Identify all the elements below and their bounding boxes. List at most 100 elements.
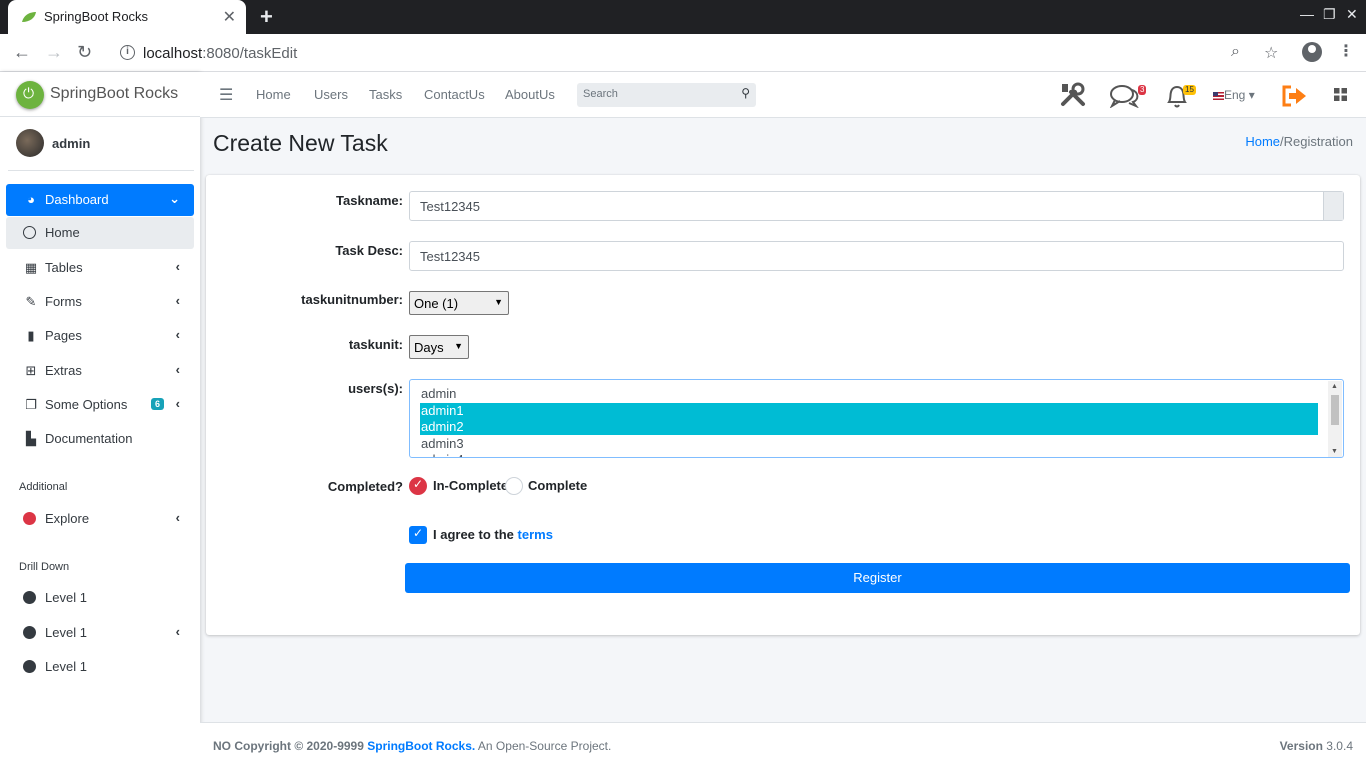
sidebar-item-level[interactable]: Level 1 (6, 651, 194, 683)
footer-brand-link[interactable]: SpringBoot Rocks. (367, 739, 475, 753)
messages-badge: 3 (1138, 85, 1147, 95)
url-field[interactable]: i localhost:8080/taskEdit (112, 38, 1292, 68)
scrollbar[interactable]: ▲ ▼ (1328, 381, 1342, 457)
hamburger-menu-icon[interactable]: ☰ (219, 85, 233, 105)
agree-text: I agree to the (433, 527, 518, 542)
user-panel[interactable]: admin (8, 117, 194, 171)
minimize-icon[interactable]: — (1300, 6, 1314, 22)
browser-tab[interactable]: SpringBoot Rocks ✕ (8, 0, 246, 34)
search-placeholder: Search (583, 88, 618, 100)
sidebar-item-label: Level 1 (45, 659, 87, 674)
taskunit-value: Days (414, 340, 444, 355)
plus-square-icon: ⊞ (25, 363, 37, 378)
sidebar-item-documentation[interactable]: ▙ Documentation (6, 423, 194, 455)
notifications-badge: 15 (1183, 85, 1196, 95)
browser-menu-icon[interactable]: ⋮ (1338, 41, 1354, 61)
taskunitnumber-value: One (1) (414, 296, 459, 311)
tools-icon[interactable] (1059, 82, 1087, 108)
sidebar: SpringBoot Rocks admin ◕ Dashboard ⌄ Hom… (0, 72, 200, 768)
file-icon: ▙ (26, 431, 36, 446)
site-info-icon[interactable]: i (120, 45, 135, 60)
grid-apps-icon[interactable] (1334, 88, 1347, 101)
spring-leaf-icon (22, 12, 36, 22)
agree-checkbox[interactable] (409, 526, 427, 544)
taskunit-select[interactable]: Days ▼ (409, 335, 469, 359)
nav-link-home[interactable]: Home (256, 87, 291, 102)
reload-icon[interactable]: ↻ (77, 42, 92, 63)
bookmark-star-icon[interactable]: ☆ (1264, 43, 1278, 63)
taskunitnumber-select[interactable]: One (1) ▼ (409, 291, 509, 315)
sidebar-item-home[interactable]: Home (6, 217, 194, 249)
new-tab-icon[interactable]: + (260, 4, 273, 30)
forward-icon[interactable]: → (45, 42, 63, 63)
sidebar-item-dashboard[interactable]: ◕ Dashboard ⌄ (6, 184, 194, 216)
nav-link-tasks[interactable]: Tasks (369, 87, 402, 102)
sidebar-item-some-options[interactable]: ❐ Some Options 6 ‹ (6, 389, 194, 421)
footer-version: Version 3.0.4 (1280, 739, 1353, 753)
incomplete-label[interactable]: In-Complete (433, 478, 508, 493)
scroll-down-icon[interactable]: ▼ (1331, 448, 1338, 455)
sidebar-item-level[interactable]: Level 1 ‹ (6, 617, 194, 649)
nav-link-aboutus[interactable]: AboutUs (505, 87, 555, 102)
comments-icon[interactable] (1109, 84, 1141, 108)
taskunit-label: taskunit: (348, 337, 403, 352)
taskdesc-value: Test12345 (420, 249, 480, 264)
user-option[interactable]: admin3 (420, 436, 1318, 452)
footer: NO Copyright © 2020-9999 SpringBoot Rock… (200, 722, 1366, 768)
scroll-thumb[interactable] (1331, 395, 1339, 425)
brand-link[interactable]: SpringBoot Rocks (0, 72, 200, 117)
chevron-left-icon: ‹ (175, 259, 180, 274)
circle-icon (23, 626, 36, 639)
sidebar-item-tables[interactable]: ▦ Tables ‹ (6, 252, 194, 284)
taskname-input[interactable]: Test12345 (409, 191, 1344, 221)
browser-tabbar: SpringBoot Rocks ✕ + — ❐ ✕ (0, 0, 1366, 34)
section-header-additional: Additional (19, 481, 68, 493)
zoom-icon[interactable]: ⌕ (1231, 43, 1240, 61)
nav-link-users[interactable]: Users (314, 87, 348, 102)
users-multiselect[interactable]: admin admin1 admin2 admin3 admin4 ▲ ▼ (409, 379, 1344, 458)
completed-label: Completed? (327, 479, 403, 494)
scroll-up-icon[interactable]: ▲ (1331, 383, 1338, 390)
chevron-left-icon: ‹ (175, 396, 180, 411)
sidebar-item-forms[interactable]: ✎ Forms ‹ (6, 286, 194, 318)
nav-link-contactus[interactable]: ContactUs (424, 87, 485, 102)
sidebar-item-extras[interactable]: ⊞ Extras ‹ (6, 355, 194, 387)
terms-link[interactable]: terms (518, 527, 553, 542)
complete-radio[interactable] (505, 477, 523, 495)
profile-icon[interactable] (1302, 42, 1322, 62)
chevron-left-icon: ‹ (175, 510, 180, 525)
copy-icon: ❐ (25, 397, 37, 412)
sign-out-icon[interactable] (1282, 85, 1308, 107)
user-option-selected[interactable]: admin1 (420, 403, 1318, 419)
user-option-selected[interactable]: admin2 (420, 419, 1318, 435)
close-window-icon[interactable]: ✕ (1346, 6, 1358, 23)
language-label: Eng (1224, 88, 1246, 102)
taskdesc-input[interactable]: Test12345 (409, 241, 1344, 271)
search-icon[interactable]: ⚲ (741, 86, 750, 100)
circle-icon (23, 660, 36, 673)
select-arrow-icon: ▼ (454, 341, 463, 351)
sidebar-item-pages[interactable]: ▮ Pages ‹ (6, 320, 194, 352)
sidebar-item-level[interactable]: Level 1 (6, 582, 194, 614)
user-option[interactable]: admin4 (420, 452, 1318, 457)
sidebar-item-label: Level 1 (45, 590, 87, 605)
incomplete-radio[interactable] (409, 477, 427, 495)
restore-icon[interactable]: ❐ (1323, 6, 1336, 23)
address-bar: ← → ↻ i localhost:8080/taskEdit ⌕ ☆ ⋮ (0, 34, 1366, 72)
users-label: users(s): (348, 381, 403, 396)
register-button[interactable]: Register (405, 563, 1350, 593)
back-icon[interactable]: ← (13, 42, 31, 63)
breadcrumb-current: /Registration (1280, 134, 1353, 149)
copyright-text: NO Copyright © 2020-9999 (213, 739, 364, 753)
sidebar-item-explore[interactable]: Explore ‹ (6, 503, 194, 535)
language-selector[interactable]: Eng ▾ (1213, 88, 1255, 102)
circle-icon (23, 591, 36, 604)
tab-close-icon[interactable]: ✕ (223, 7, 236, 27)
user-option[interactable]: admin (420, 386, 1318, 402)
url-host: localhost (143, 45, 203, 62)
complete-label[interactable]: Complete (528, 478, 587, 493)
breadcrumb-home-link[interactable]: Home (1245, 134, 1280, 149)
search-input[interactable]: Search ⚲ (577, 83, 756, 107)
sidebar-item-label: Documentation (45, 431, 133, 446)
footer-copyright: NO Copyright © 2020-9999 SpringBoot Rock… (213, 739, 611, 753)
